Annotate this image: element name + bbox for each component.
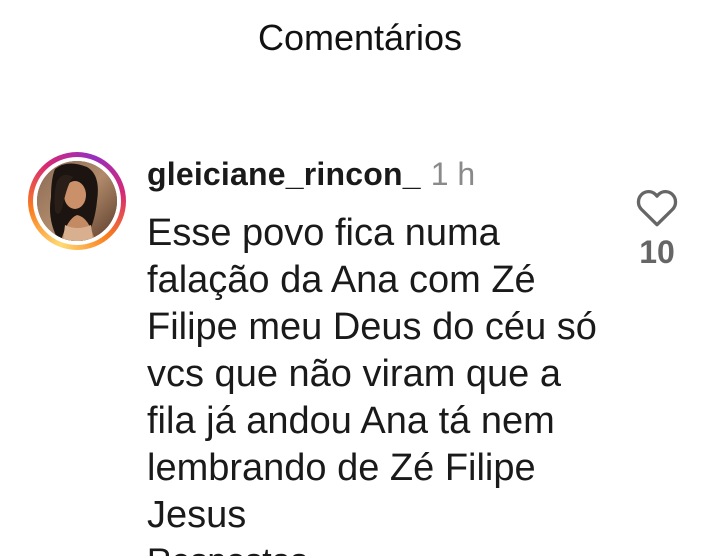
comment-timestamp: 1 h xyxy=(430,156,476,192)
avatar-photo xyxy=(37,161,117,241)
comment-header: gleiciane_rincon_ 1 h xyxy=(147,154,475,194)
comments-sheet: Comentários gleiciane_rincon_ 1 h Esse p… xyxy=(0,0,720,556)
comments-title: Comentários xyxy=(0,16,720,60)
like-count: 10 xyxy=(639,234,675,270)
heart-outline-icon xyxy=(636,189,678,227)
story-ring[interactable] xyxy=(28,152,126,250)
comment-text: Esse povo fica numa falação da Ana com Z… xyxy=(147,212,597,536)
next-item-cutoff: Respostas xyxy=(147,544,307,556)
comment-username[interactable]: gleiciane_rincon_ xyxy=(147,156,421,192)
next-item-text: Respostas xyxy=(147,544,307,556)
avatar[interactable] xyxy=(37,161,117,241)
comments-title-text: Comentários xyxy=(257,17,463,58)
like-button[interactable] xyxy=(632,182,682,232)
